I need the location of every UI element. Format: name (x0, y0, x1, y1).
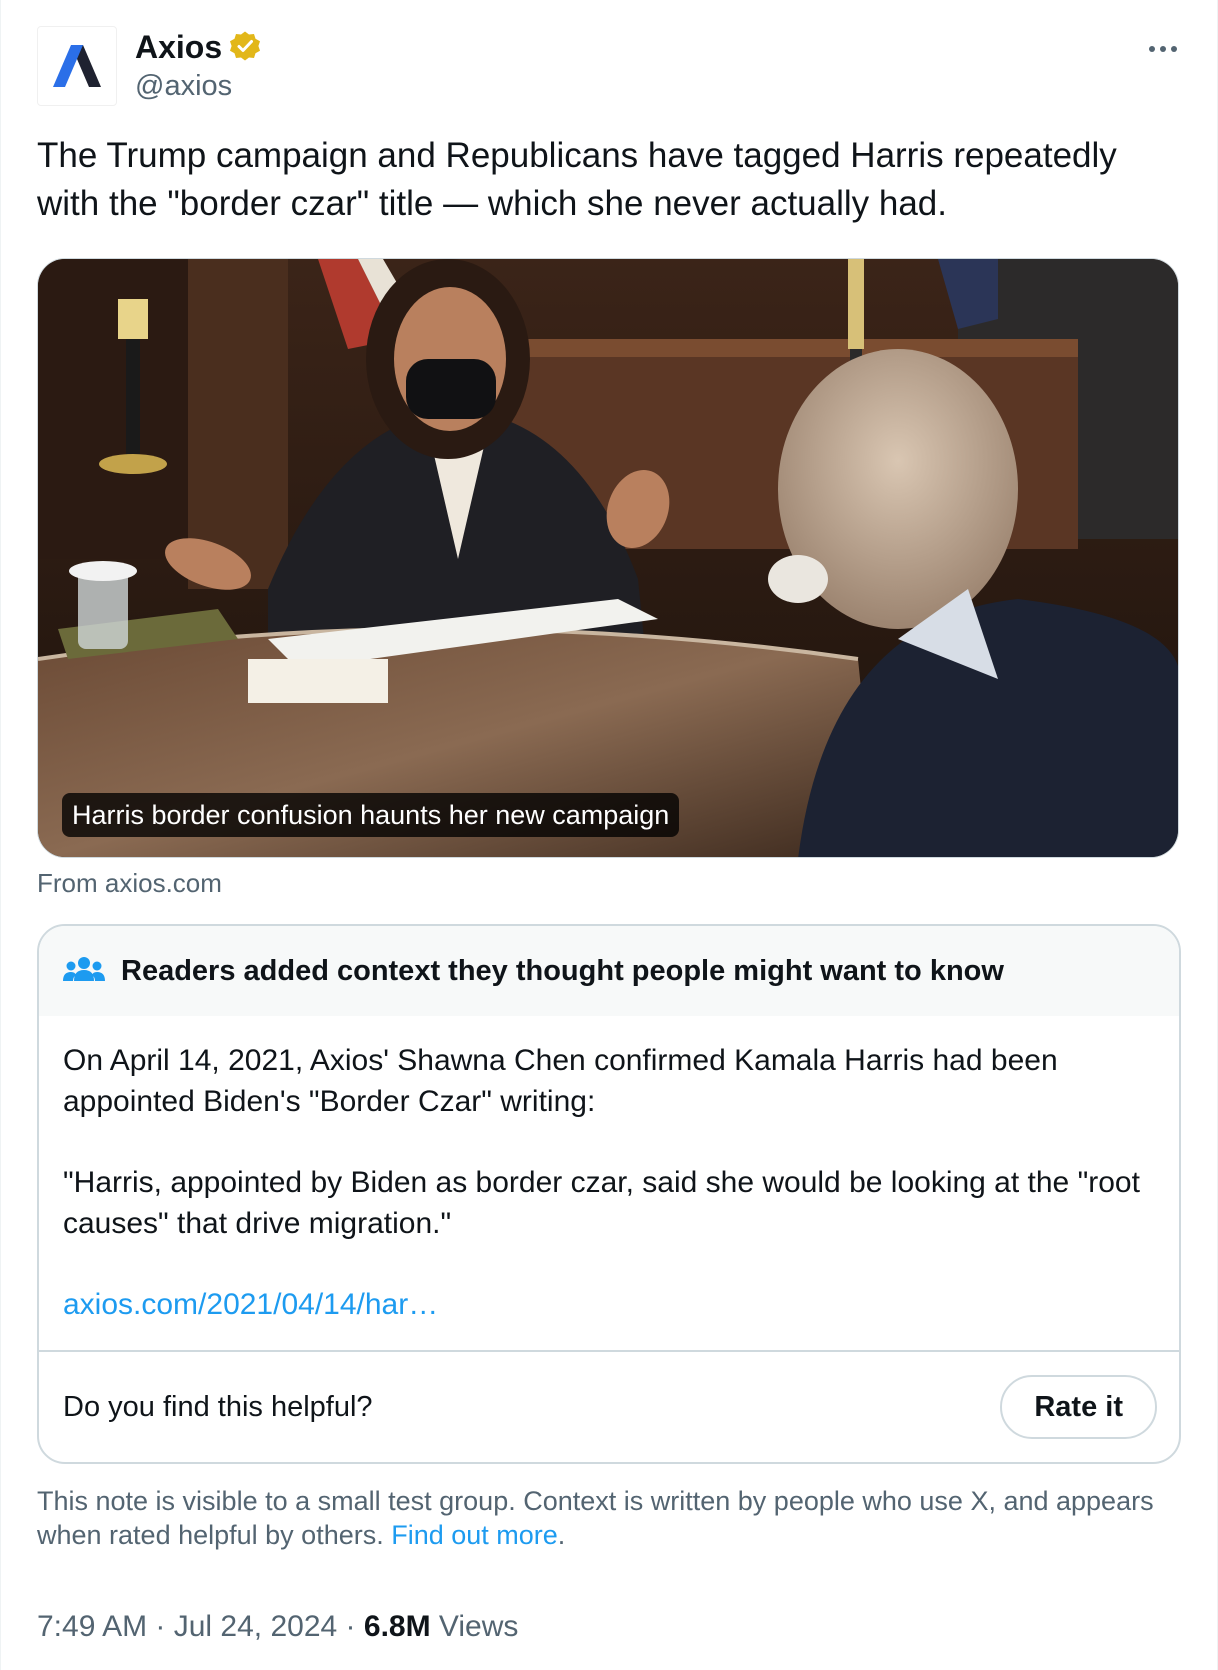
find-out-more-link[interactable]: Find out more (391, 1520, 558, 1550)
note-paragraph-2: "Harris, appointed by Biden as border cz… (63, 1166, 1140, 1240)
community-note: Readers added context they thought peopl… (37, 924, 1181, 1464)
note-disclaimer: This note is visible to a small test gro… (37, 1484, 1177, 1552)
author-handle[interactable]: @axios (135, 70, 262, 103)
note-divider (39, 1350, 1179, 1352)
article-photo (38, 259, 1178, 857)
views-label[interactable]: Views (431, 1610, 519, 1643)
tweet-time[interactable]: 7:49 AM (37, 1610, 147, 1643)
card-source[interactable]: From axios.com (37, 868, 222, 899)
axios-logo-icon[interactable] (37, 26, 117, 106)
community-note-header: Readers added context they thought peopl… (39, 926, 1179, 1016)
community-note-body: On April 14, 2021, Axios' Shawna Chen co… (63, 1040, 1143, 1325)
note-rating-row: Do you find this helpful? Rate it (63, 1353, 1157, 1461)
note-paragraph-1: On April 14, 2021, Axios' Shawna Chen co… (63, 1044, 1058, 1118)
verified-badge-icon[interactable] (228, 30, 262, 64)
community-notes-people-icon (63, 955, 105, 987)
meta-separator-2: · (337, 1610, 364, 1643)
tweet-header: Axios @axios (37, 26, 1183, 106)
views-count[interactable]: 6.8M (364, 1610, 431, 1643)
disclaimer-suffix: . (557, 1520, 566, 1550)
tweet-meta: 7:49 AM · Jul 24, 2024 · 6.8M Views (37, 1610, 518, 1644)
author-display-name[interactable]: Axios (135, 29, 222, 66)
link-card[interactable]: Harris border confusion haunts her new c… (37, 258, 1179, 858)
community-note-title: Readers added context they thought peopl… (121, 954, 1004, 987)
tweet-date[interactable]: Jul 24, 2024 (174, 1610, 337, 1643)
author-names: Axios @axios (135, 26, 262, 103)
note-source-link[interactable]: axios.com/2021/04/14/har… (63, 1288, 438, 1321)
more-options-icon[interactable] (1143, 34, 1183, 64)
card-headline[interactable]: Harris border confusion haunts her new c… (62, 793, 680, 837)
tweet-text: The Trump campaign and Republicans have … (37, 136, 1117, 223)
meta-separator-1: · (147, 1610, 174, 1643)
helpful-question: Do you find this helpful? (63, 1390, 373, 1423)
tweet-page: Axios @axios The Trump campaign and Repu… (0, 0, 1218, 1670)
disclaimer-text: This note is visible to a small test gro… (37, 1486, 1154, 1550)
rate-it-button[interactable]: Rate it (1000, 1375, 1157, 1439)
